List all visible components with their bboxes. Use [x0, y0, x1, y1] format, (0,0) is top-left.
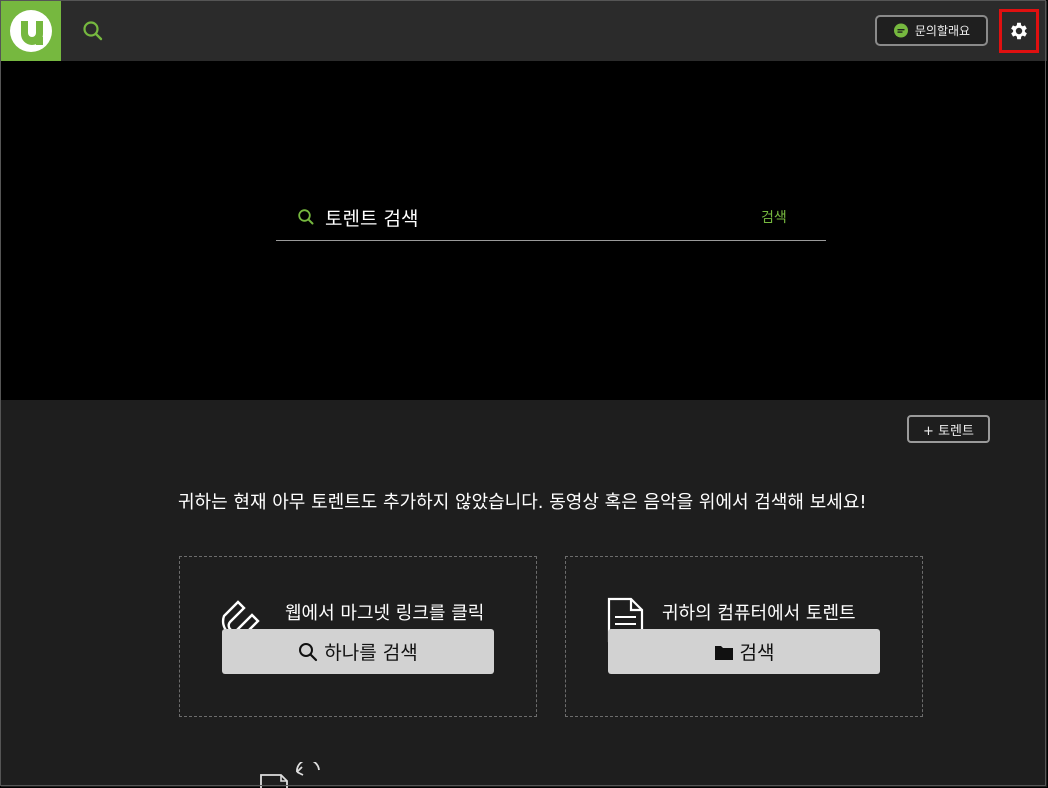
gear-icon [1011, 22, 1027, 40]
add-torrent-button[interactable]: + 토렌트 [907, 415, 990, 443]
search-underline [276, 240, 826, 241]
folder-icon [714, 645, 733, 660]
search-button[interactable]: 검색 [761, 207, 787, 227]
search-icon [297, 208, 315, 226]
torrent-search-input[interactable]: 토렌트 검색 [325, 204, 418, 231]
utorrent-logo[interactable] [1, 1, 61, 61]
settings-button[interactable] [999, 9, 1039, 53]
help-button-label: 문의할래요 [914, 24, 971, 38]
browse-button[interactable]: 검색 [608, 629, 880, 674]
utorrent-logo-icon [10, 10, 52, 52]
help-button[interactable]: 문의할래요 [875, 15, 988, 46]
browse-button-label: 검색 [739, 642, 775, 664]
find-one-button[interactable]: 하나를 검색 [222, 629, 494, 674]
chat-bubble-icon [893, 23, 908, 37]
empty-state-message: 귀하는 현재 아무 토렌트도 추가하지 않았습니다. 동영상 혹은 음악을 위에… [178, 492, 867, 513]
find-one-button-label: 하나를 검색 [324, 642, 418, 664]
search-hero [1, 62, 1047, 400]
search-icon [299, 642, 318, 661]
search-icon[interactable] [82, 20, 104, 42]
drag-drop-icon [260, 762, 320, 788]
